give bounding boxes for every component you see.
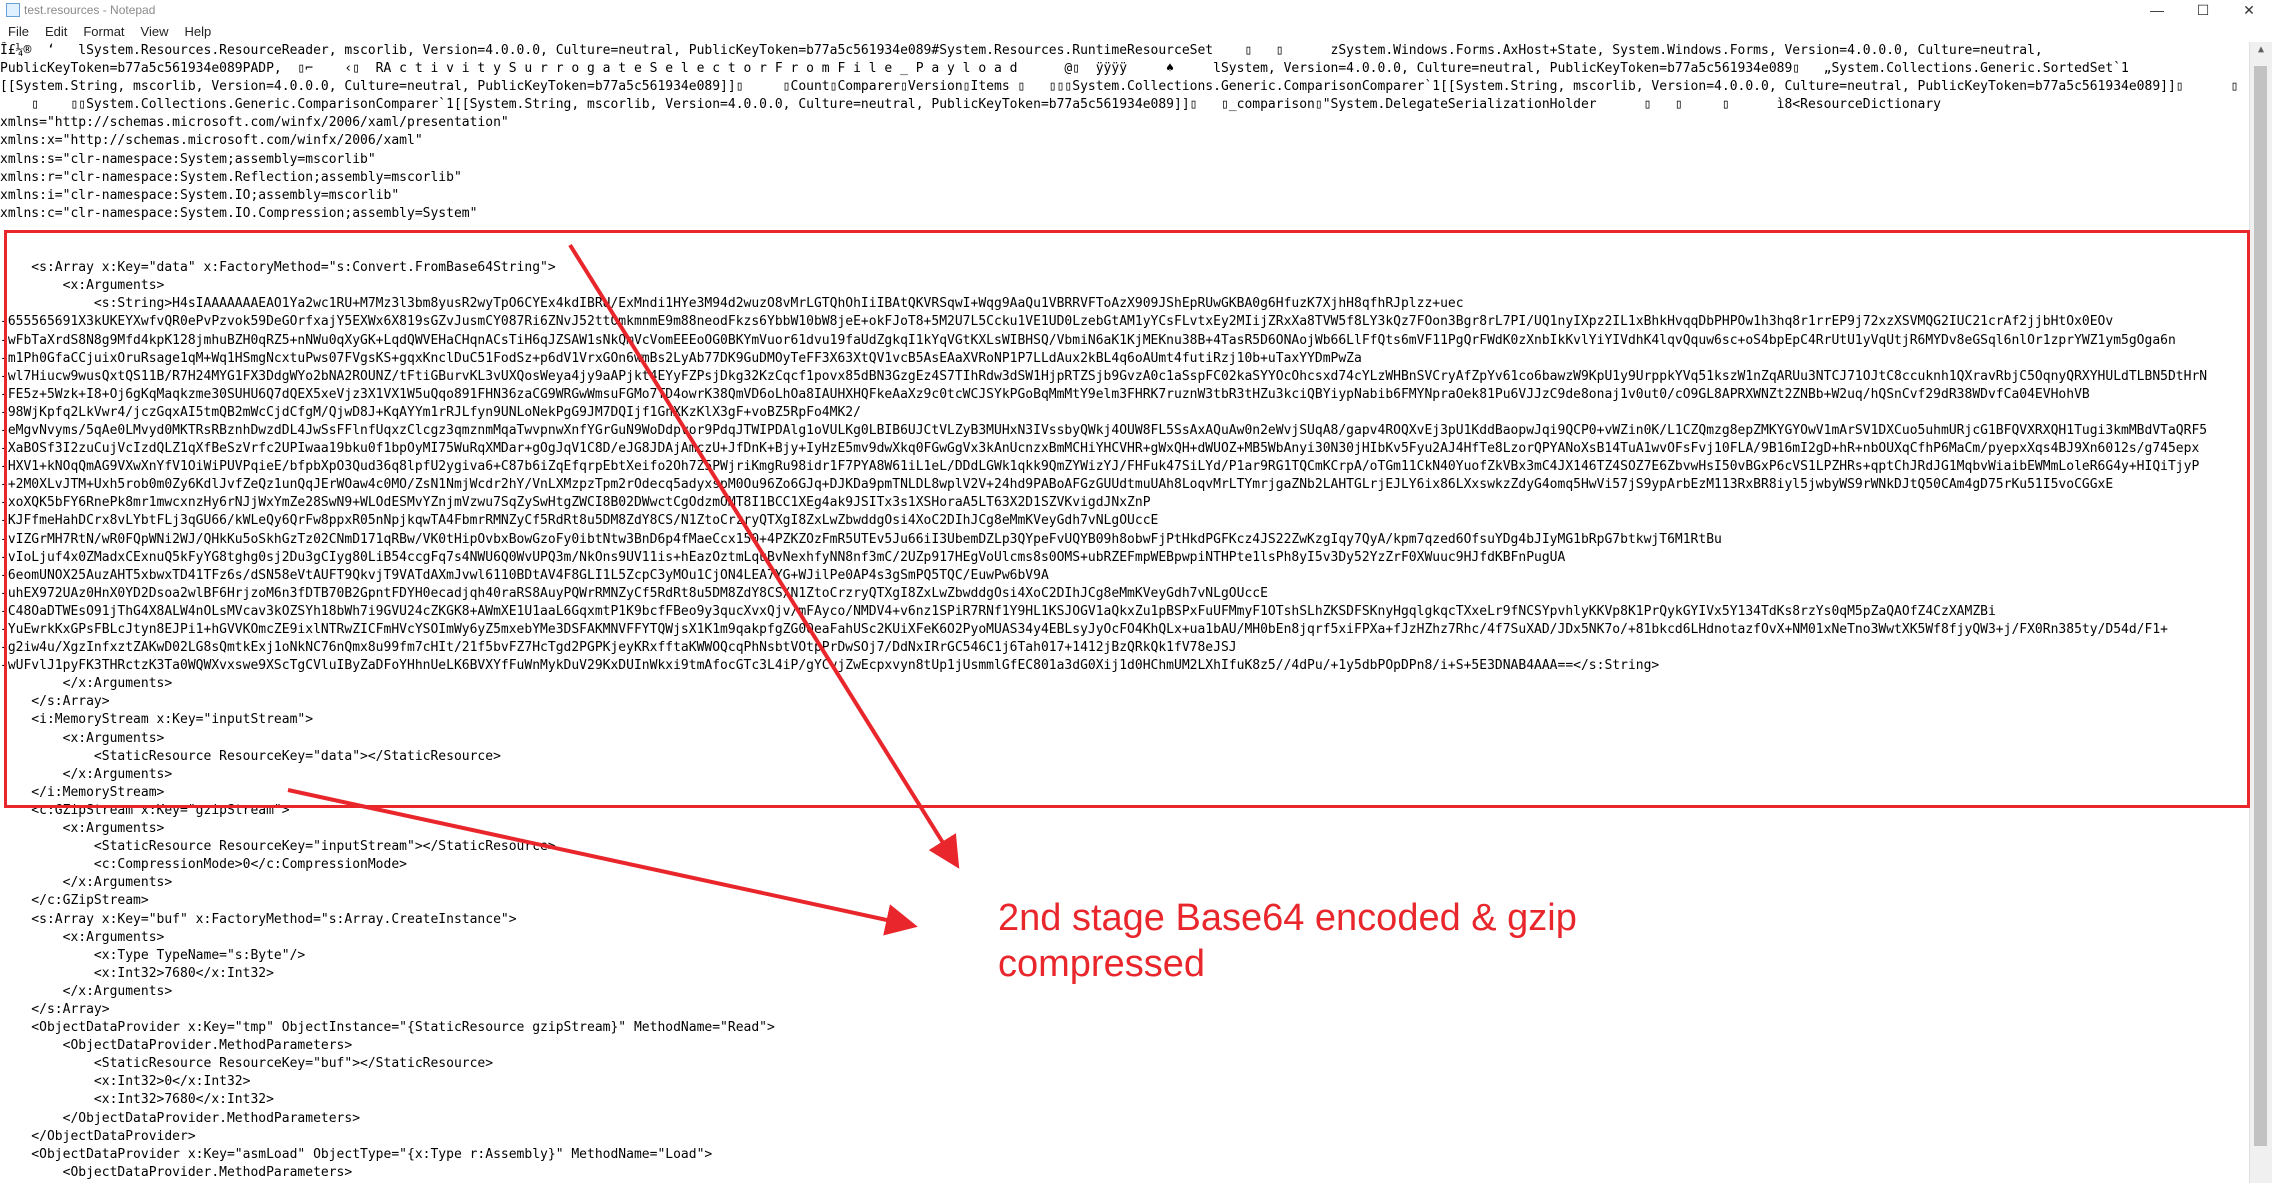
text-line: ▯ ▯▯System.Collections.Generic.Compariso… bbox=[0, 97, 1942, 113]
menu-help[interactable]: Help bbox=[176, 24, 219, 39]
text-line: <StaticResource ResourceKey="data"></Sta… bbox=[0, 748, 501, 764]
scrollbar-thumb[interactable] bbox=[2254, 66, 2267, 1146]
text-line: <ObjectDataProvider.MethodParameters> bbox=[0, 1164, 353, 1180]
text-line: </s:Array> bbox=[0, 694, 110, 710]
text-line: -eMgvNvyms/5qAe0LMvyd0MKTRsRBznhDwzdDL4J… bbox=[0, 422, 2208, 438]
text-line bbox=[0, 241, 2250, 259]
text-line: -6eomUNOX25AuzAHT5xbwxTD41TFz6s/dSN58eVt… bbox=[0, 567, 1049, 583]
text-line: <StaticResource ResourceKey="inputStream… bbox=[0, 839, 556, 855]
text-line: -YuEwrkKxGPsFBLcJtyn8EJPi1+hGVVKOmcZE9ix… bbox=[0, 622, 2168, 637]
text-line: Î£¼® ʻ lSystem.Resources.ResourceReader,… bbox=[0, 43, 2043, 58]
text-line: -vIZGrMH7RtN/wR0FQpWNi2WJ/QHkKu5oSkhGzTz… bbox=[0, 531, 1722, 547]
text-line: -655565691X3kUKEYXwfvQR0ePvPzvok59DeGOrf… bbox=[0, 314, 2114, 330]
menu-view[interactable]: View bbox=[133, 24, 177, 39]
text-line: xmlns="http://schemas.microsoft.com/winf… bbox=[0, 115, 509, 131]
text-line: <c:GZipStream x:Key="gzipStream"> bbox=[0, 802, 290, 818]
text-line: <x:Int32>0</x:Int32> bbox=[0, 1074, 251, 1090]
text-line: -C48OaDTWEsO91jThG4X8ALW4nOLsMVcav3kOZSY… bbox=[0, 603, 1996, 619]
text-line: </x:Arguments> bbox=[0, 875, 173, 891]
text-line: <i:MemoryStream x:Key="inputStream"> bbox=[0, 712, 314, 728]
text-line: -wFbTaXrdS8N8g9Mfd4kpK128jmhuBZH0qRZ5+nN… bbox=[0, 332, 2176, 348]
window-title: test.resources - Notepad bbox=[24, 3, 156, 17]
menu-file[interactable]: File bbox=[0, 24, 37, 39]
text-line: xmlns:s="clr-namespace:System;assembly=m… bbox=[0, 151, 376, 167]
close-button[interactable]: ✕ bbox=[2226, 0, 2272, 20]
text-line: xmlns:c="clr-namespace:System.IO.Compres… bbox=[0, 205, 478, 221]
text-line: -g2iw4u/XgzInfxztZAKwD02LG8sQmtkExj1oNkN… bbox=[0, 640, 1237, 656]
text-line: -m1Ph0GfaCCjuixOruRsage1qM+Wq1HSmgNcxtuP… bbox=[0, 350, 1362, 366]
text-line: [[System.String, mscorlib, Version=4.0.0… bbox=[0, 79, 2239, 95]
text-editor[interactable]: Î£¼® ʻ lSystem.Resources.ResourceReader,… bbox=[0, 42, 2250, 1183]
text-line: <x:Arguments> bbox=[0, 821, 165, 837]
text-line: xmlns:r="clr-namespace:System.Reflection… bbox=[0, 169, 462, 185]
text-line: <c:CompressionMode>0</c:CompressionMode> bbox=[0, 857, 407, 873]
text-line: </ObjectDataProvider.MethodParameters> bbox=[0, 1110, 361, 1126]
text-line: <ObjectDataProvider x:Key="tmp" ObjectIn… bbox=[0, 1020, 775, 1036]
menu-bar: File Edit Format View Help bbox=[0, 20, 2272, 42]
text-line bbox=[0, 223, 2250, 241]
annotation-label: 2nd stage Base64 encoded & gzip compress… bbox=[998, 897, 1577, 985]
text-line: PublicKeyToken=b77a5c561934e089PADP, ▯⌐ … bbox=[0, 61, 2129, 77]
text-line: -HXV1+kNOqQmAG9VXwXnYfV1OiWiPUVPqieE/bfp… bbox=[0, 459, 2200, 475]
text-line: -FE5z+5Wzk+I8+Oj6gKqMaqkzme30SUHU6Q7dQEX… bbox=[0, 386, 2090, 402]
text-line: -uhEX972UAz0HnX0YD2Dsoa2wlBF6HrjzoM6n3fD… bbox=[0, 585, 1268, 601]
text-line: -+2M0XLvJTM+Uxh5rob0m0Zy6KdlJvfZeQz1unQq… bbox=[0, 477, 2114, 493]
text-line: xmlns:i="clr-namespace:System.IO;assembl… bbox=[0, 187, 400, 203]
text-line: -98WjKpfq2LkVwr4/jczGqxAI5tmQB2mWcCjdCfg… bbox=[0, 404, 861, 420]
text-line: <s:Array x:Key="data" x:FactoryMethod="s… bbox=[0, 260, 556, 276]
text-line: <ObjectDataProvider x:Key="asmLoad" Obje… bbox=[0, 1146, 713, 1162]
text-line: <s:String>H4sIAAAAAAAEAO1Ya2wc1RU+M7Mz3l… bbox=[0, 296, 1464, 312]
text-line: -KJFfmeHahDCrx8vLYbtFLj3qGU66/kWLeQy6QrF… bbox=[0, 513, 1159, 529]
text-line: -wl7Hiucw9wusQxtQS11B/R7H24MYG1FX3DdgWYo… bbox=[0, 368, 2208, 384]
text-line: </s:Array> bbox=[0, 1001, 110, 1017]
text-line: </x:Arguments> bbox=[0, 766, 173, 782]
text-line: xmlns:x="http://schemas.microsoft.com/wi… bbox=[0, 133, 423, 149]
menu-format[interactable]: Format bbox=[75, 24, 132, 39]
text-line: -wUFvlJ1pyFK3THRctzK3Ta0WQWXvxswe9XScTgC… bbox=[0, 658, 1660, 674]
text-line: -xoXQK5bFY6RnePk8mr1mwcxnzHy6rNJjWxYmZe2… bbox=[0, 495, 1151, 511]
text-line: <StaticResource ResourceKey="buf"></Stat… bbox=[0, 1056, 494, 1072]
text-line: <x:Arguments> bbox=[0, 278, 165, 294]
vertical-scrollbar[interactable]: ▲ bbox=[2249, 42, 2272, 1183]
title-bar: test.resources - Notepad — ☐ ✕ bbox=[0, 0, 2272, 20]
text-line: <x:Arguments> bbox=[0, 730, 165, 746]
text-line: </i:MemoryStream> bbox=[0, 784, 165, 800]
text-line: -XaBOSf3I2zuCujVcIzdQLZ1qXfBeSzVrfc2UPIw… bbox=[0, 441, 2200, 457]
text-line: -vIoLjuf4x0ZMadxCExnuQ5kFyYG8tghg0sj2Du3… bbox=[0, 549, 1566, 565]
text-line: </ObjectDataProvider> bbox=[0, 1128, 196, 1144]
text-line: </x:Arguments> bbox=[0, 676, 173, 692]
scroll-up-icon[interactable]: ▲ bbox=[2250, 44, 2272, 55]
maximize-button[interactable]: ☐ bbox=[2180, 0, 2226, 20]
menu-edit[interactable]: Edit bbox=[37, 24, 75, 39]
minimize-button[interactable]: — bbox=[2134, 0, 2180, 20]
text-line: <x:Int32>7680</x:Int32> bbox=[0, 1092, 274, 1108]
notepad-icon bbox=[6, 3, 20, 17]
text-line: <ObjectDataProvider.MethodParameters> bbox=[0, 1038, 353, 1054]
